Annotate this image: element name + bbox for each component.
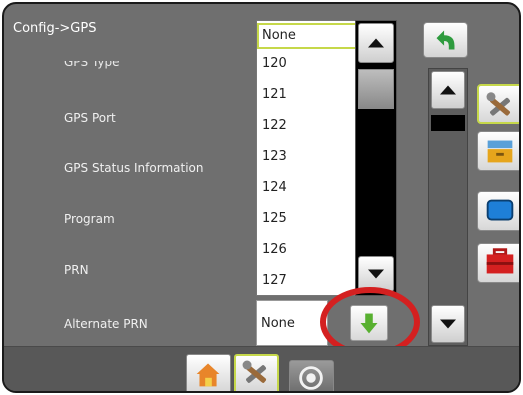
dropdown-option[interactable]: 120 <box>257 51 357 77</box>
settings-row-gps-type[interactable]: GPS Type <box>64 61 174 70</box>
settings-row-program[interactable]: Program <box>64 212 115 226</box>
gps-config-screen: Config->GPS GPS Type GPS Port GPS Status… <box>2 2 521 393</box>
dropdown-scrollbar[interactable] <box>355 20 397 296</box>
prn-dropdown-list[interactable]: None 120 121 122 123 124 125 126 127 <box>256 20 357 296</box>
page-scroll-thumb[interactable] <box>431 115 465 131</box>
settings-row-prn[interactable]: PRN <box>64 263 89 277</box>
tools-icon <box>242 360 267 383</box>
side-tab-display[interactable] <box>477 191 519 231</box>
down-arrow-icon <box>368 269 384 279</box>
settings-row-alternate-prn[interactable]: Alternate PRN <box>64 317 148 331</box>
page-title: Config->GPS <box>13 21 97 36</box>
display-icon <box>486 199 514 221</box>
home-icon <box>196 363 220 387</box>
gauge-icon <box>299 366 323 390</box>
settings-row-gps-port[interactable]: GPS Port <box>64 111 116 125</box>
bottom-tab-gauge[interactable] <box>289 360 334 391</box>
dropdown-option[interactable]: 127 <box>257 268 357 294</box>
alternate-prn-field[interactable]: None <box>256 300 328 346</box>
tools-icon <box>486 92 510 116</box>
dropdown-scroll-up-button[interactable] <box>358 23 394 63</box>
page-scroll-up-button[interactable] <box>431 71 465 109</box>
dropdown-option-selected[interactable]: None <box>257 23 357 49</box>
back-arrow-icon <box>436 30 455 50</box>
dropdown-option[interactable]: 123 <box>257 144 357 170</box>
bottom-tab-tools[interactable] <box>234 354 279 391</box>
back-button[interactable] <box>423 22 468 58</box>
dropdown-scroll-thumb[interactable] <box>358 69 394 109</box>
file-drawer-icon <box>487 140 513 163</box>
settings-row-label: GPS Type <box>64 61 120 69</box>
dropdown-option[interactable]: 125 <box>257 206 357 232</box>
toolbox-icon <box>486 248 514 274</box>
dropdown-option[interactable]: 121 <box>257 82 357 108</box>
bottom-tab-home[interactable] <box>186 354 231 391</box>
page-scroll-down-button[interactable] <box>431 305 465 343</box>
down-arrow-icon <box>440 319 456 329</box>
dropdown-option[interactable]: 122 <box>257 113 357 139</box>
settings-row-gps-status-information[interactable]: GPS Status Information <box>64 161 203 175</box>
dropdown-option[interactable]: 126 <box>257 237 357 263</box>
dropdown-option[interactable]: 124 <box>257 175 357 201</box>
side-tab-tools[interactable] <box>477 84 519 124</box>
side-tab-toolbox[interactable] <box>477 243 519 283</box>
up-arrow-icon <box>368 38 384 48</box>
up-arrow-icon <box>440 85 456 95</box>
side-tab-data[interactable] <box>477 131 519 171</box>
page-scrollbar[interactable] <box>428 68 468 346</box>
